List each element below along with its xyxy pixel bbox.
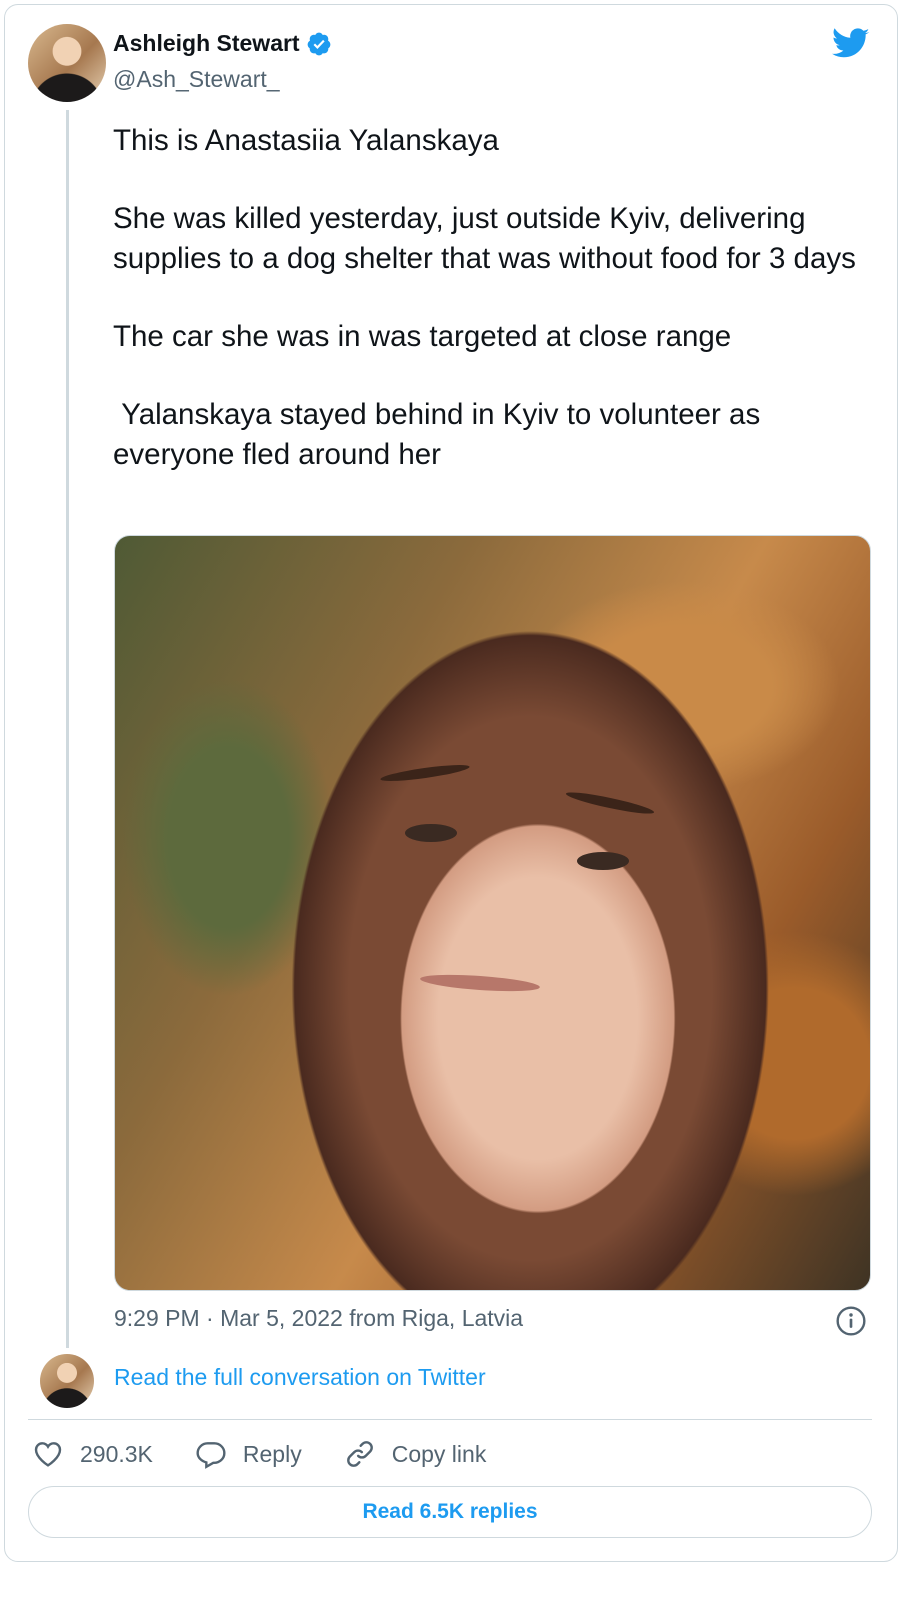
link-icon (346, 1441, 373, 1467)
photo-right-eye (577, 852, 629, 870)
ukraine-flag-icon (507, 125, 547, 155)
tweet-date-location: Mar 5, 2022 from Riga, Latvia (220, 1305, 524, 1331)
like-count: 290.3K (80, 1440, 153, 1467)
author-name[interactable]: Ashleigh Stewart (113, 30, 300, 57)
tweet-timestamp[interactable]: 9:29 PM · Mar 5, 2022 from Riga, Latvia (114, 1305, 523, 1332)
divider (28, 1419, 872, 1420)
tweet-text: This is Anastasiia Yalanskaya She was ki… (113, 121, 873, 474)
meta-separator: · (206, 1305, 214, 1331)
photo-left-brow (379, 761, 471, 785)
photo-left-eye (405, 824, 457, 842)
tweet-line-1: This is Anastasiia Yalanskaya (113, 124, 499, 157)
author-name-row: Ashleigh Stewart (113, 30, 332, 57)
author-avatar-small[interactable] (40, 1354, 94, 1408)
tweet-time: 9:29 PM (114, 1305, 200, 1331)
reply-icon (196, 1442, 226, 1469)
heart-icon (34, 1442, 62, 1467)
read-replies-button[interactable]: Read 6.5K replies (28, 1486, 872, 1538)
reply-button[interactable]: Reply (195, 1438, 302, 1470)
tweet-paragraph-2: She was killed yesterday, just outside K… (113, 202, 856, 275)
tweet-paragraph-3: The car she was in was targeted at close… (113, 320, 732, 354)
info-icon[interactable] (835, 1305, 867, 1337)
author-avatar[interactable] (28, 24, 106, 102)
read-full-conversation-link[interactable]: Read the full conversation on Twitter (114, 1364, 486, 1391)
photo-mouth (419, 971, 541, 995)
reply-label: Reply (242, 1440, 302, 1467)
verified-badge-icon (307, 32, 330, 55)
tweet-paragraph-4: Yalanskaya stayed behind in Kyiv to volu… (113, 398, 769, 471)
photo-right-brow (564, 788, 656, 818)
copy-link-label: Copy link (391, 1440, 487, 1467)
twitter-bird-icon[interactable] (832, 28, 870, 60)
tweet-actions: 290.3K Reply Copy link (32, 1434, 528, 1474)
tweet-photo[interactable] (114, 535, 871, 1291)
copy-link-button[interactable]: Copy link (344, 1438, 487, 1470)
author-handle[interactable]: @Ash_Stewart_ (113, 66, 280, 93)
like-button[interactable]: 290.3K (32, 1438, 153, 1470)
thread-line (66, 110, 69, 1348)
